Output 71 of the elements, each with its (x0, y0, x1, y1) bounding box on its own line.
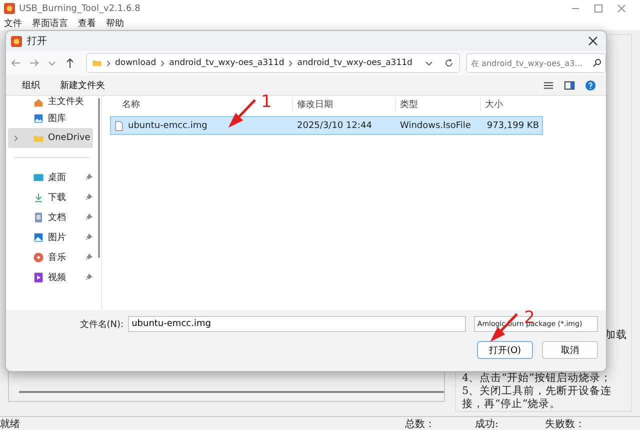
total-label: 总数： (405, 418, 436, 430)
desktop-icon (33, 172, 44, 182)
search-field[interactable]: 在 android_tv_wxy-oes_a3... (466, 53, 606, 73)
window-title: USB_Burning_Tool_v2.1.6.8 (19, 4, 140, 14)
open-button[interactable]: 打开(O) (477, 341, 533, 359)
chevron-right-icon[interactable] (288, 60, 294, 66)
sidebar-item[interactable]: 下载 (8, 187, 93, 207)
close-icon[interactable] (586, 34, 600, 48)
back-icon[interactable] (10, 57, 22, 69)
pin-icon[interactable] (85, 193, 93, 201)
instruction-text: 接，再“停止”烧录。 (462, 398, 562, 411)
filename-field[interactable]: ubuntu-emcc.img (128, 316, 466, 332)
help-icon[interactable] (585, 80, 596, 90)
expand-icon[interactable] (12, 134, 19, 142)
failed-label: 失败数： (545, 418, 585, 430)
pin-icon[interactable] (85, 173, 93, 181)
menu-item[interactable]: 帮助 (106, 17, 124, 30)
folder-icon (92, 58, 102, 68)
pin-icon[interactable] (85, 273, 93, 281)
sidebar-item[interactable]: 视频 (8, 267, 93, 287)
chevron-right-icon[interactable] (106, 60, 111, 66)
menu-item[interactable]: 界面语言 (32, 17, 68, 30)
new-folder-button[interactable]: 新建文件夹 (58, 76, 107, 94)
sidebar-item[interactable]: OneDrive (8, 128, 93, 148)
column-header[interactable]: 名称 (122, 100, 140, 110)
view-icon[interactable] (543, 80, 554, 90)
annotation-number: 1 (261, 92, 272, 112)
pin-icon[interactable] (85, 213, 93, 221)
app-icon (4, 3, 15, 14)
dialog-title: 打开 (27, 34, 47, 48)
sidebar-item[interactable]: 桌面 (8, 167, 93, 187)
status-text: 就绪 (0, 418, 21, 430)
instruction-text: 5、关闭工具前，先断开设备连 (462, 385, 613, 398)
sidebar-item[interactable]: 图片 (8, 227, 93, 247)
menu-item[interactable]: 文件 (4, 17, 22, 30)
success-label: 成功: (475, 418, 500, 430)
gallery-icon (33, 112, 44, 124)
column-header[interactable]: 类型 (400, 100, 418, 110)
up-icon[interactable] (64, 57, 76, 69)
cancel-button[interactable]: 取消 (542, 341, 598, 359)
home-icon (33, 97, 44, 108)
sidebar-item[interactable]: 文档 (8, 207, 93, 227)
instruction-text: 4、点击“开始”按钮启动烧录； (462, 372, 612, 385)
address-bar[interactable]: download android_tv_wxy-oes_a311d android_tv_wxy-oes_a311d (86, 53, 460, 73)
breadcrumb-item[interactable]: android_tv_wxy-oes_a311d (169, 58, 284, 68)
download-icon (33, 192, 44, 202)
filename-label: 文件名(N): (78, 318, 124, 330)
pin-icon[interactable] (85, 233, 93, 241)
music-icon (33, 252, 44, 262)
video-icon (33, 272, 44, 282)
document-icon (33, 212, 44, 222)
sidebar-item[interactable]: 主文件夹 (8, 96, 93, 108)
sidebar-item[interactable]: 音乐 (8, 247, 93, 267)
maximize-icon[interactable] (594, 4, 603, 13)
app-icon (11, 36, 22, 46)
pin-icon[interactable] (85, 253, 93, 261)
column-header[interactable]: 大小 (485, 100, 503, 110)
organize-menu[interactable]: 组织 (20, 76, 42, 94)
sidebar-item[interactable]: 图库 (8, 108, 93, 128)
chevron-right-icon[interactable] (160, 60, 166, 66)
forward-icon[interactable] (28, 57, 40, 69)
refresh-icon[interactable] (444, 58, 454, 68)
breadcrumb-item[interactable]: download (115, 58, 156, 68)
annotation-arrow (228, 98, 258, 128)
file-icon (114, 120, 124, 130)
column-header[interactable]: 修改日期 (297, 100, 333, 110)
preview-pane-icon[interactable] (564, 80, 575, 90)
menu-item[interactable]: 查看 (78, 17, 96, 30)
breadcrumb-item[interactable]: android_tv_wxy-oes_a311d (297, 58, 412, 68)
pictures-icon (33, 232, 44, 242)
file-row[interactable]: ubuntu-emcc.img 2025/3/10 12:44 Windows.IsoFile 973,199 KB (110, 116, 543, 135)
